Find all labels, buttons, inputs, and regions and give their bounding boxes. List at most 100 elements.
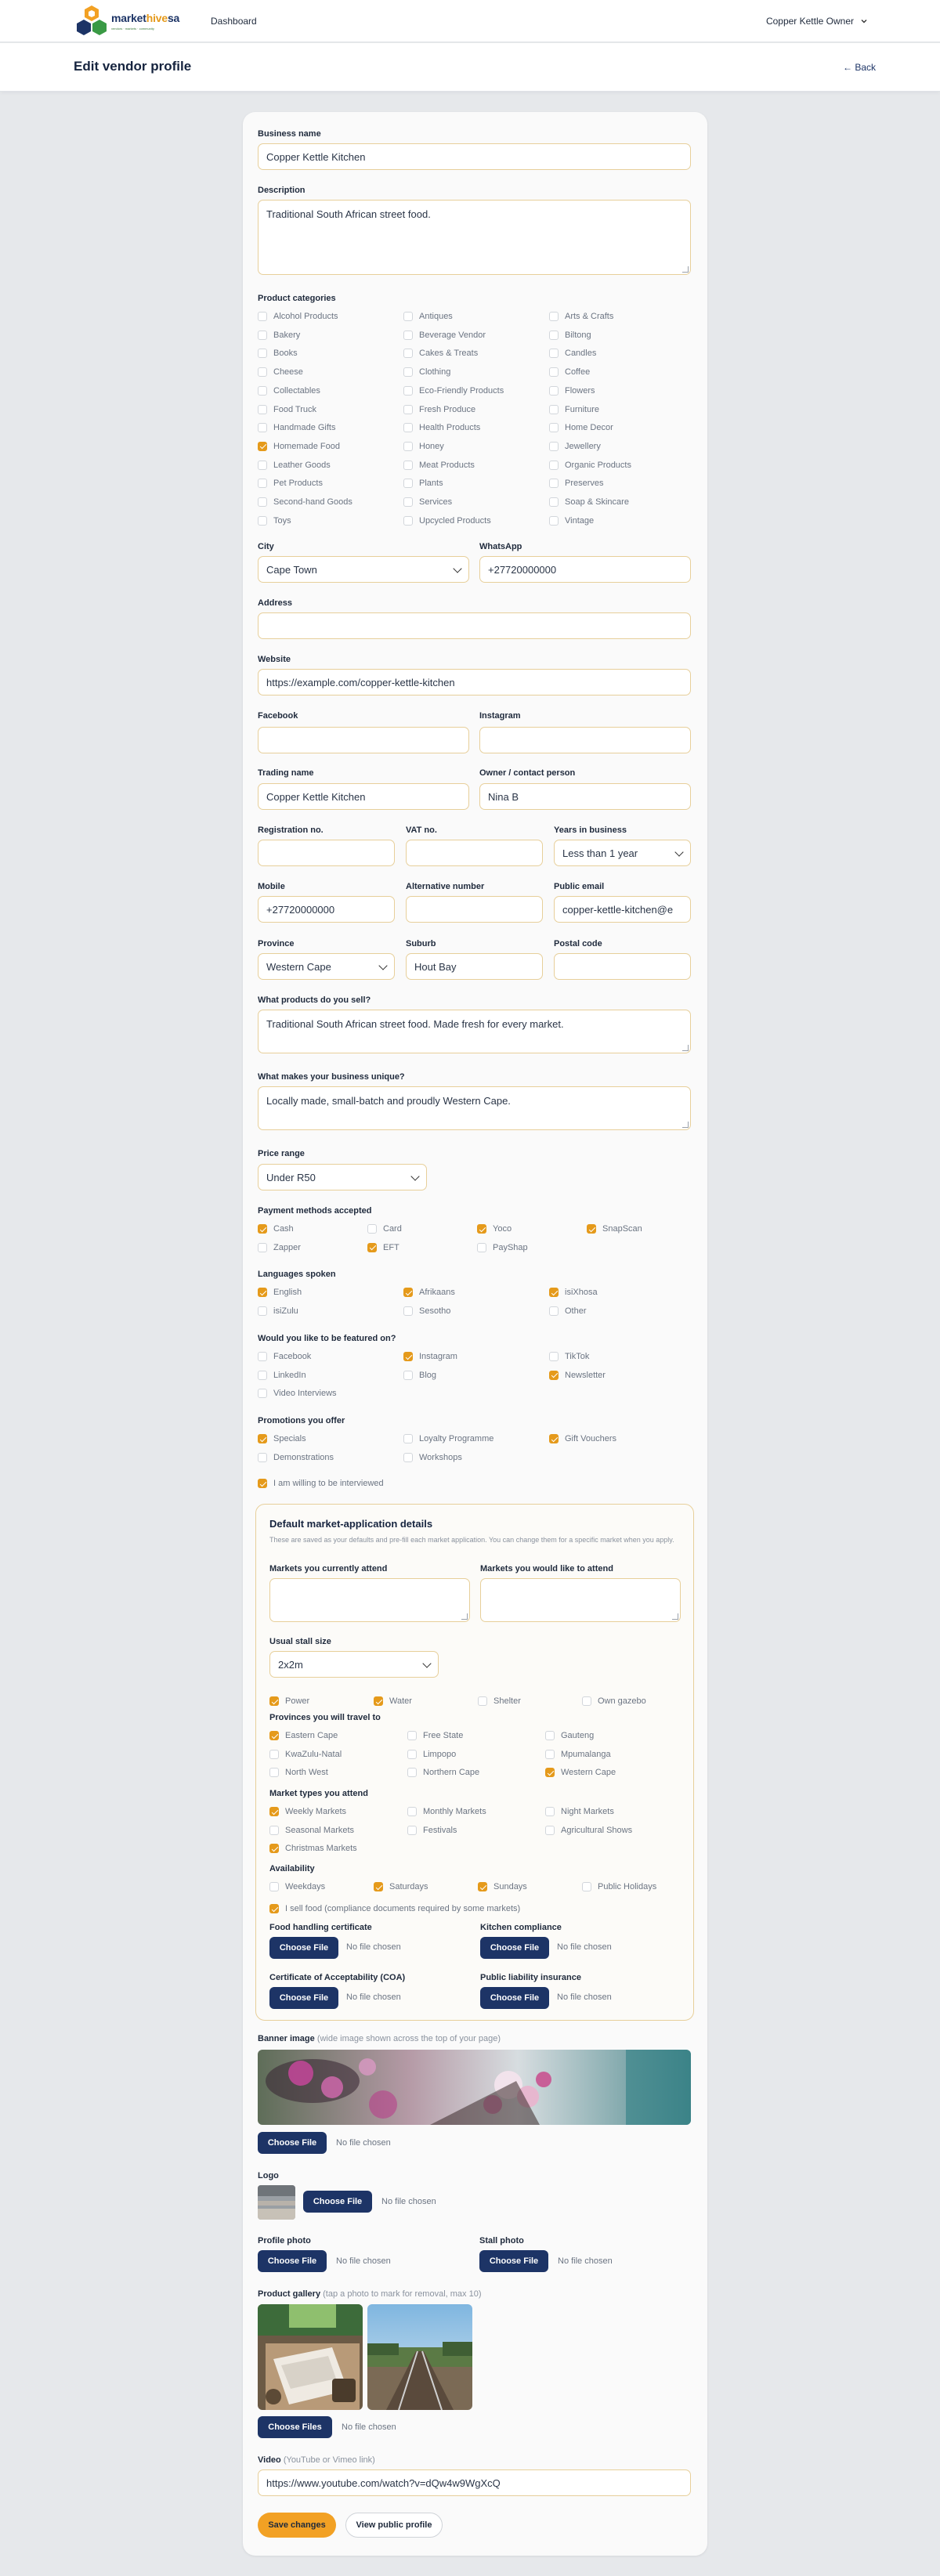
checkbox-box[interactable]	[403, 1370, 413, 1380]
food-cert-choose-button[interactable]: Choose File	[269, 1937, 338, 1959]
checkbox-box[interactable]	[258, 349, 267, 359]
checkbox-box[interactable]	[269, 1696, 279, 1706]
categories-option[interactable]: Flowers	[549, 385, 595, 396]
checkbox-box[interactable]	[258, 330, 267, 340]
categories-option[interactable]: Arts & Crafts	[549, 312, 613, 321]
checkbox-box[interactable]	[403, 367, 413, 378]
resize-grip-icon[interactable]	[682, 1045, 689, 1051]
checkbox-box[interactable]	[269, 1844, 279, 1853]
categories-option[interactable]: Services	[403, 497, 452, 507]
market-types-option[interactable]: Monthly Markets	[407, 1807, 486, 1816]
checkbox-box[interactable]	[403, 404, 413, 414]
resize-grip-icon[interactable]	[682, 1122, 689, 1128]
checkbox-box[interactable]	[545, 1825, 555, 1835]
checkbox-box[interactable]	[258, 1306, 267, 1316]
checkbox-box[interactable]	[269, 1807, 279, 1816]
years-select[interactable]: Less than 1 year	[554, 840, 691, 866]
categories-option[interactable]: Homemade Food	[258, 441, 340, 451]
nav-dashboard-link[interactable]: Dashboard	[211, 16, 257, 27]
checkbox-box[interactable]	[269, 1882, 279, 1891]
checkbox-box[interactable]	[407, 1749, 417, 1759]
categories-option[interactable]: Bakery	[258, 330, 300, 340]
checkbox-box[interactable]	[403, 479, 413, 489]
categories-option[interactable]: Collectables	[258, 385, 320, 396]
stall-size-select[interactable]: 2x2m	[269, 1651, 439, 1678]
checkbox-box[interactable]	[367, 1242, 377, 1252]
market-types-option[interactable]: Festivals	[407, 1825, 457, 1835]
public-email-input[interactable]: copper-kettle-kitchen@e	[554, 896, 691, 923]
checkbox-box[interactable]	[549, 497, 559, 507]
categories-option[interactable]: Honey	[403, 441, 444, 451]
payment-option[interactable]: Zapper	[258, 1242, 301, 1252]
categories-option[interactable]: Jewellery	[549, 441, 601, 451]
checkbox-box[interactable]	[549, 330, 559, 340]
checkbox-box[interactable]	[403, 1452, 413, 1462]
checkbox-box[interactable]	[545, 1731, 555, 1740]
featured-option[interactable]: Blog	[403, 1370, 436, 1380]
checkbox-box[interactable]	[545, 1768, 555, 1777]
payment-option[interactable]: SnapScan	[587, 1224, 642, 1234]
promotions-option[interactable]: Loyalty Programme	[403, 1434, 494, 1443]
payment-option[interactable]: PayShap	[477, 1242, 528, 1252]
checkbox-box[interactable]	[258, 1242, 267, 1252]
checkbox-box[interactable]	[258, 385, 267, 396]
categories-option[interactable]: Furniture	[549, 404, 599, 414]
provinces-option[interactable]: Northern Cape	[407, 1768, 479, 1777]
checkbox-box[interactable]	[403, 460, 413, 470]
checkbox-box[interactable]	[258, 312, 267, 321]
categories-option[interactable]: Clothing	[403, 367, 450, 378]
checkbox-box[interactable]	[258, 404, 267, 414]
categories-option[interactable]: Health Products	[403, 423, 480, 433]
featured-option[interactable]: LinkedIn	[258, 1370, 306, 1380]
checkbox-box[interactable]	[587, 1224, 596, 1234]
market-types-option[interactable]: Christmas Markets	[269, 1844, 357, 1853]
banner-choose-button[interactable]: Choose File	[258, 2132, 327, 2154]
resize-grip-icon[interactable]	[682, 266, 689, 273]
categories-option[interactable]: Leather Goods	[258, 460, 331, 470]
checkbox-box[interactable]	[258, 479, 267, 489]
checkbox-box[interactable]	[403, 330, 413, 340]
video-input[interactable]: https://www.youtube.com/watch?v=dQw4w9Wg…	[258, 2469, 691, 2496]
checkbox-box[interactable]	[407, 1807, 417, 1816]
promotions-option[interactable]: Demonstrations	[258, 1452, 334, 1462]
mobile-input[interactable]: +27720000000	[258, 896, 395, 923]
categories-option[interactable]: Antiques	[403, 312, 453, 321]
checkbox-box[interactable]	[582, 1696, 591, 1706]
wish-markets-textarea[interactable]	[480, 1578, 681, 1622]
categories-option[interactable]: Organic Products	[549, 460, 631, 470]
featured-option[interactable]: TikTok	[549, 1352, 589, 1361]
checkbox-box[interactable]	[545, 1807, 555, 1816]
checkbox-box[interactable]	[403, 1434, 413, 1443]
checkbox-box[interactable]	[403, 385, 413, 396]
checkbox-box[interactable]	[258, 1224, 267, 1234]
payment-option[interactable]: Cash	[258, 1224, 294, 1234]
profile-photo-choose-button[interactable]: Choose File	[258, 2250, 327, 2272]
featured-option[interactable]: Facebook	[258, 1352, 311, 1361]
checkbox-box[interactable]	[549, 441, 559, 451]
logo-choose-button[interactable]: Choose File	[303, 2191, 372, 2213]
checkbox-box[interactable]	[549, 312, 559, 321]
categories-option[interactable]: Fresh Produce	[403, 404, 475, 414]
categories-option[interactable]: Soap & Skincare	[549, 497, 629, 507]
checkbox-box[interactable]	[269, 1768, 279, 1777]
checkbox-box[interactable]	[367, 1224, 377, 1234]
checkbox-box[interactable]	[407, 1731, 417, 1740]
brand-logo[interactable]: markethivesa vendors · markets · communi…	[75, 4, 182, 38]
provinces-option[interactable]: Free State	[407, 1731, 463, 1740]
categories-option[interactable]: Coffee	[549, 367, 590, 378]
categories-option[interactable]: Cakes & Treats	[403, 349, 478, 359]
checkbox-box[interactable]	[258, 1434, 267, 1443]
languages-option[interactable]: Other	[549, 1306, 587, 1316]
checkbox-box[interactable]	[549, 367, 559, 378]
availability-option[interactable]: Public Holidays	[582, 1882, 656, 1891]
kitchen-choose-button[interactable]: Choose File	[480, 1937, 549, 1959]
checkbox-box[interactable]	[549, 1370, 559, 1380]
sell-food-checkbox[interactable]: I sell food (compliance documents requir…	[269, 1904, 520, 1913]
categories-option[interactable]: Candles	[549, 349, 596, 359]
checkbox-box[interactable]	[269, 1904, 279, 1913]
owner-input[interactable]: Nina B	[479, 783, 691, 810]
checkbox-box[interactable]	[478, 1696, 487, 1706]
checkbox-box[interactable]	[407, 1825, 417, 1835]
checkbox-box[interactable]	[549, 1288, 559, 1297]
categories-option[interactable]: Cheese	[258, 367, 303, 378]
